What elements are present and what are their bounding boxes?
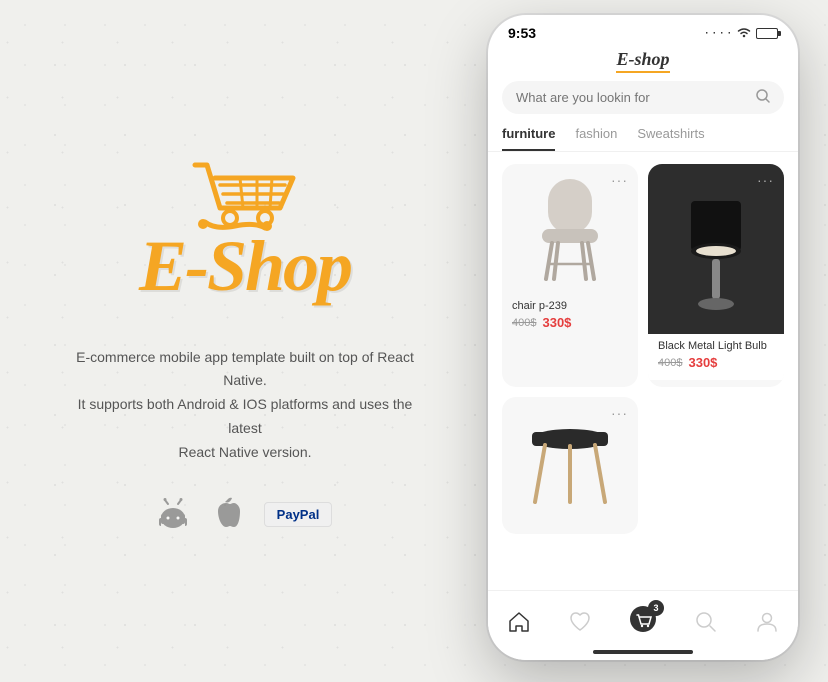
search-icon[interactable] bbox=[756, 89, 770, 106]
platform-badges: PayPal bbox=[158, 496, 333, 532]
category-tabs: furniture fashion Sweatshirts bbox=[488, 126, 798, 152]
app-header: E-shop bbox=[488, 45, 798, 81]
chair-price-sale: 330$ bbox=[542, 315, 571, 330]
nav-cart[interactable]: 3 bbox=[630, 606, 656, 637]
cart-badge: 3 bbox=[648, 600, 664, 616]
paypal-badge: PayPal bbox=[264, 502, 333, 527]
app-description: E-commerce mobile app template built on … bbox=[75, 346, 415, 465]
lamp-image bbox=[648, 164, 784, 334]
status-icons: · · · · bbox=[706, 26, 779, 41]
product-card-chair[interactable]: ··· bbox=[502, 164, 638, 387]
lamp-price-sale: 330$ bbox=[688, 355, 717, 370]
battery-icon bbox=[756, 28, 778, 39]
lamp-name: Black Metal Light Bulb bbox=[658, 340, 774, 352]
search-input[interactable] bbox=[516, 90, 748, 105]
search-bar[interactable] bbox=[502, 81, 784, 114]
profile-icon bbox=[756, 611, 778, 633]
phone-mockup: 9:53 · · · · E-shop bbox=[488, 15, 808, 667]
status-time: 9:53 bbox=[508, 25, 536, 41]
nav-wishlist[interactable] bbox=[569, 611, 591, 633]
lamp-info: Black Metal Light Bulb 400$ 330$ bbox=[648, 334, 784, 380]
phone-frame: 9:53 · · · · E-shop bbox=[488, 15, 798, 660]
search-nav-icon bbox=[695, 611, 717, 633]
tab-sweatshirts[interactable]: Sweatshirts bbox=[637, 126, 704, 151]
nav-profile[interactable] bbox=[756, 611, 778, 633]
chair-name: chair p-239 bbox=[512, 300, 628, 312]
chair-pricing: 400$ 330$ bbox=[512, 315, 628, 330]
home-indicator bbox=[593, 650, 693, 654]
products-grid: ··· bbox=[488, 164, 798, 534]
logo-area: E-Shop bbox=[139, 150, 351, 326]
product-more-button-lamp[interactable]: ··· bbox=[757, 172, 774, 188]
nav-search[interactable] bbox=[695, 611, 717, 633]
product-card-lamp[interactable]: ··· bbox=[648, 164, 784, 387]
status-bar: 9:53 · · · · bbox=[488, 15, 798, 45]
app-title: E-shop bbox=[616, 49, 669, 73]
chair-price-original: 400$ bbox=[512, 317, 536, 329]
product-more-button-table[interactable]: ··· bbox=[611, 405, 628, 421]
app-brand-title: E-Shop bbox=[139, 230, 351, 302]
lamp-price-original: 400$ bbox=[658, 357, 682, 369]
android-icon bbox=[158, 496, 188, 532]
heart-icon bbox=[569, 611, 591, 633]
nav-home[interactable] bbox=[508, 611, 530, 633]
home-icon bbox=[508, 611, 530, 633]
apple-icon bbox=[212, 497, 240, 531]
product-more-button-chair[interactable]: ··· bbox=[611, 172, 628, 188]
product-card-table[interactable]: ··· bbox=[502, 397, 638, 534]
wifi-icon bbox=[736, 26, 752, 41]
signal-dots-icon: · · · · bbox=[706, 28, 733, 38]
tab-fashion[interactable]: fashion bbox=[575, 126, 617, 151]
chair-info: chair p-239 400$ 330$ bbox=[502, 294, 638, 340]
left-panel: E-Shop E-commerce mobile app template bu… bbox=[0, 0, 490, 682]
tab-furniture[interactable]: furniture bbox=[502, 126, 555, 151]
lamp-pricing: 400$ 330$ bbox=[658, 355, 774, 370]
